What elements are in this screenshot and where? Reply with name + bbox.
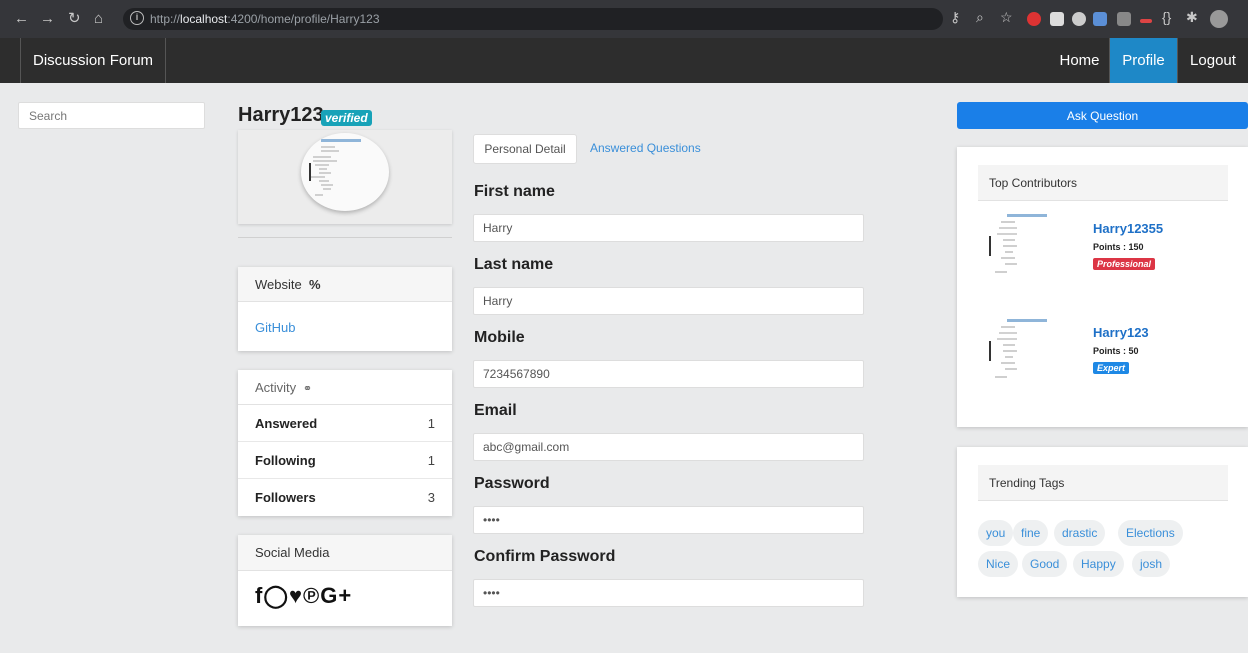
profile-username: Harry123 xyxy=(238,104,324,126)
tab-personal-detail[interactable]: Personal Detail xyxy=(473,134,577,164)
binoculars-icon: ⚭ xyxy=(299,383,313,395)
address-bar[interactable]: i http://localhost:4200/home/profile/Har… xyxy=(123,8,943,30)
link-icon: % xyxy=(305,277,321,292)
contributor-badge: Expert xyxy=(1093,362,1130,374)
confirm-password-label: Confirm Password xyxy=(474,548,616,565)
puzzle-icon[interactable]: ✱ xyxy=(1186,9,1198,26)
password-field[interactable]: •••• xyxy=(473,506,864,534)
social-media-card: Social Media f◯♥℗G+ xyxy=(238,535,452,626)
profile-avatar xyxy=(301,133,389,211)
extension-grid-icon[interactable] xyxy=(1117,12,1131,26)
profile-divider xyxy=(238,237,452,238)
pen-icon[interactable] xyxy=(1140,19,1152,23)
zoom-icon[interactable]: ⌕ xyxy=(976,9,984,26)
verified-badge: verified xyxy=(321,110,372,126)
activity-row-following[interactable]: Following 1 xyxy=(238,442,452,479)
top-contributors-heading: Top Contributors xyxy=(978,165,1228,201)
instagram-icon[interactable]: ◯ xyxy=(263,583,289,608)
activity-count: 1 xyxy=(427,415,435,431)
trending-tags-panel: Trending Tags you fine drastic Elections… xyxy=(957,447,1248,597)
extension-gem-icon[interactable] xyxy=(1072,12,1086,26)
social-media-card-header: Social Media xyxy=(238,535,452,571)
search-input[interactable] xyxy=(18,102,205,129)
social-icons: f◯♥℗G+ xyxy=(255,583,352,609)
profile-avatar-icon[interactable] xyxy=(1210,10,1228,28)
email-label: Email xyxy=(474,402,517,419)
tab-answered-questions[interactable]: Answered Questions xyxy=(590,134,701,164)
key-icon[interactable]: ⚷ xyxy=(950,9,960,26)
activity-row-followers[interactable]: Followers 3 xyxy=(238,479,452,516)
website-card-header: Website % xyxy=(238,267,452,302)
ask-question-button[interactable]: Ask Question xyxy=(957,102,1248,129)
tag-chip[interactable]: you xyxy=(978,520,1014,546)
extension-box-icon[interactable] xyxy=(1050,12,1064,26)
activity-label: Answered xyxy=(255,415,318,431)
activity-card: Activity ⚭ Answered 1 Following 1 Follow… xyxy=(238,370,452,516)
info-icon[interactable]: i xyxy=(130,11,144,25)
top-contributors-panel: Top Contributors Harry12355 Points : 150… xyxy=(957,147,1248,427)
activity-count: 1 xyxy=(427,452,435,468)
tag-chip[interactable]: Nice xyxy=(978,551,1019,577)
mobile-field[interactable]: 7234567890 xyxy=(473,360,864,388)
trending-tags-heading: Trending Tags xyxy=(978,465,1228,501)
nav-home[interactable]: Home xyxy=(1050,38,1110,83)
brand-link[interactable]: Discussion Forum xyxy=(20,38,167,83)
tag-chip[interactable]: Happy xyxy=(1073,551,1124,577)
contributor-points: Points : 50 xyxy=(1093,346,1139,356)
tag-chip[interactable]: Good xyxy=(1022,551,1068,577)
ublock-icon[interactable] xyxy=(1027,12,1041,26)
tag-chip[interactable]: fine xyxy=(1013,520,1049,546)
activity-label: Following xyxy=(255,452,316,468)
activity-card-header: Activity ⚭ xyxy=(238,370,452,405)
translate-icon[interactable] xyxy=(1093,12,1107,26)
nav-profile[interactable]: Profile xyxy=(1110,38,1177,83)
website-card: Website % GitHub xyxy=(238,267,452,351)
tag-chip[interactable]: Elections xyxy=(1118,520,1183,546)
contributor-avatar[interactable] xyxy=(987,212,1059,284)
browser-toolbar: ← → ↻ ⌂ i http://localhost:4200/home/pro… xyxy=(0,0,1248,38)
contributor-points: Points : 150 xyxy=(1093,242,1144,252)
braces-icon[interactable]: {} xyxy=(1162,9,1171,25)
url-text: http://localhost:4200/home/profile/Harry… xyxy=(150,12,380,26)
reload-icon[interactable]: ↻ xyxy=(68,11,81,26)
activity-label: Followers xyxy=(255,490,316,505)
forward-icon[interactable]: → xyxy=(40,11,55,26)
google-plus-icon[interactable]: G+ xyxy=(320,583,352,608)
app-navbar: Discussion Forum Home Profile Logout xyxy=(0,38,1248,83)
tag-chip[interactable]: drastic xyxy=(1054,520,1106,546)
nav-logout[interactable]: Logout xyxy=(1177,38,1248,83)
first-name-label: First name xyxy=(474,183,555,200)
pinterest-icon[interactable]: ℗ xyxy=(303,583,320,608)
activity-count: 3 xyxy=(427,490,435,505)
profile-avatar-card xyxy=(238,130,452,224)
last-name-label: Last name xyxy=(474,256,554,273)
contributor-name[interactable]: Harry123 xyxy=(1093,325,1149,340)
activity-row-answered[interactable]: Answered 1 xyxy=(238,405,452,442)
star-icon[interactable]: ☆ xyxy=(1000,9,1013,26)
confirm-password-field[interactable]: •••• xyxy=(473,579,864,607)
password-label: Password xyxy=(474,475,550,492)
tag-chip[interactable]: josh xyxy=(1132,551,1171,577)
twitter-icon[interactable]: ♥ xyxy=(289,583,303,608)
home-icon[interactable]: ⌂ xyxy=(94,11,103,26)
github-link[interactable]: GitHub xyxy=(255,320,295,335)
website-heading: Website xyxy=(255,277,302,292)
first-name-field[interactable]: Harry xyxy=(473,214,864,242)
mobile-label: Mobile xyxy=(474,329,525,346)
contributor-badge: Professional xyxy=(1093,258,1156,270)
contributor-avatar[interactable] xyxy=(987,317,1059,389)
activity-heading: Activity xyxy=(255,380,297,395)
back-icon[interactable]: ← xyxy=(14,11,29,26)
last-name-field[interactable]: Harry xyxy=(473,287,864,315)
email-field[interactable]: abc@gmail.com xyxy=(473,433,864,461)
contributor-name[interactable]: Harry12355 xyxy=(1093,221,1163,236)
